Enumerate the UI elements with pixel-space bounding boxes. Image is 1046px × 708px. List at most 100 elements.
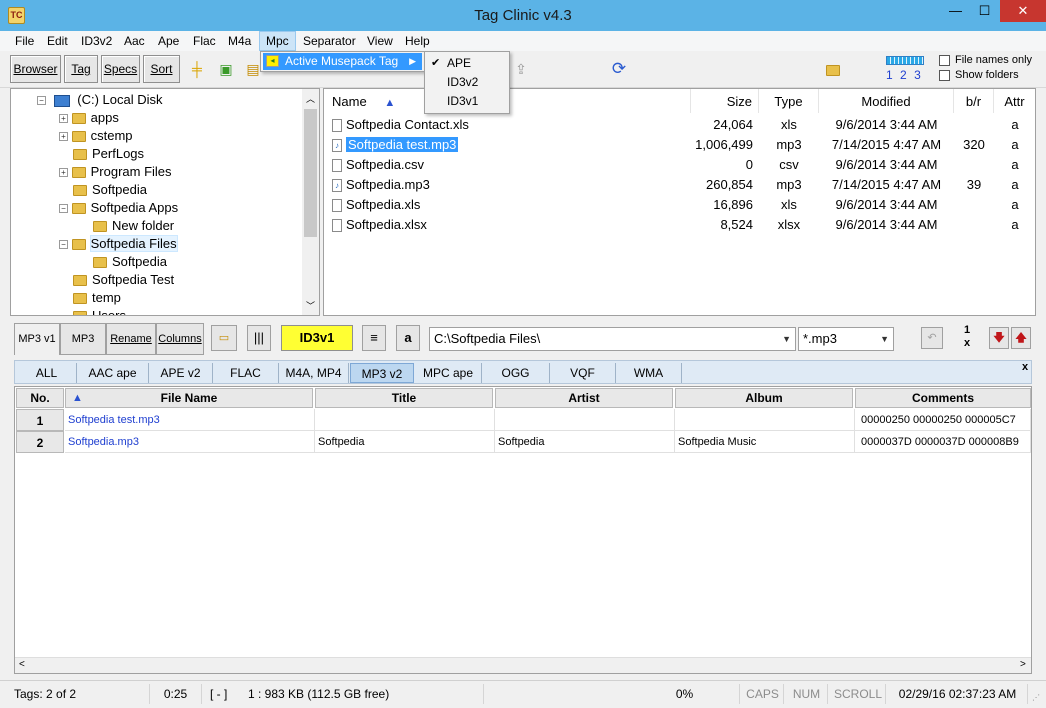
cell-artist[interactable]	[495, 409, 675, 431]
move-up-icon[interactable]: 🡅	[1011, 327, 1031, 349]
file-row[interactable]: ♪ Softpedia test.mp3 1,006,499 mp3 7/14/2…	[324, 135, 1035, 155]
menu-item-active-musepack-tag[interactable]: ◂ Active Musepack Tag ▶	[263, 53, 422, 70]
row-number[interactable]: 2	[16, 431, 64, 453]
column-header-br[interactable]: b/r	[954, 89, 994, 113]
file-row[interactable]: Softpedia Contact.xls 24,064 xls 9/6/201…	[324, 115, 1035, 135]
chevron-down-icon[interactable]: ▼	[880, 328, 889, 350]
tab-mpc-ape[interactable]: MPC ape	[415, 363, 482, 383]
menu-edit[interactable]: Edit	[41, 31, 74, 51]
row-number[interactable]: 1	[16, 409, 64, 431]
specs-button[interactable]: Specs	[101, 55, 140, 83]
undo-icon[interactable]: ↶	[921, 327, 943, 349]
grid-header-comments[interactable]: Comments	[855, 388, 1031, 408]
folder-icon[interactable]	[824, 60, 842, 78]
file-row[interactable]: Softpedia.xls 16,896 xls 9/6/2014 3:44 A…	[324, 195, 1035, 215]
tree-item-perflogs[interactable]: PerfLogs	[73, 145, 144, 163]
tree-item-program-files[interactable]: + Program Files	[59, 163, 172, 181]
cell-album[interactable]: Softpedia Music	[675, 431, 855, 453]
tree-item-softpedia[interactable]: Softpedia	[73, 181, 147, 199]
file-row[interactable]: ♪ Softpedia.mp3 260,854 mp3 7/14/2015 4:4…	[324, 175, 1035, 195]
submenu-item-ape[interactable]: ✔ APE	[425, 54, 509, 73]
submenu-item-id3v2[interactable]: ID3v2	[425, 73, 509, 92]
menu-aac[interactable]: Aac	[118, 31, 151, 51]
cell-artist[interactable]: Softpedia	[495, 431, 675, 453]
barcode-icon[interactable]: |||	[247, 325, 271, 351]
cell-file-name[interactable]: Softpedia test.mp3	[65, 409, 315, 431]
file-row[interactable]: Softpedia.xlsx 8,524 xlsx 9/6/2014 3:44 …	[324, 215, 1035, 235]
page-link-1[interactable]: 1	[886, 68, 893, 82]
tab-ape-v2[interactable]: APE v2	[149, 363, 213, 383]
tag-button[interactable]: Tag	[64, 55, 98, 83]
collapse-icon[interactable]: −	[59, 204, 68, 214]
tree-item-temp[interactable]: temp	[73, 289, 121, 307]
expand-icon[interactable]: +	[59, 132, 68, 142]
menu-help[interactable]: Help	[399, 31, 436, 51]
menu-view[interactable]: View	[361, 31, 399, 51]
table-row[interactable]: 2 Softpedia.mp3 Softpedia Softpedia Soft…	[15, 431, 1031, 453]
show-folders-checkbox[interactable]	[939, 70, 950, 81]
path-combo[interactable]: C:\Softpedia Files\ ▼	[429, 327, 796, 351]
tab-flac[interactable]: FLAC	[213, 363, 279, 383]
id3v1-button[interactable]: ID3v1	[281, 325, 353, 351]
cell-comments[interactable]: 0000037D 0000037D 000008B9	[855, 431, 1031, 453]
maximize-button[interactable]: ☐	[970, 0, 999, 22]
add-folder-icon[interactable]: ▣	[217, 60, 235, 78]
minimize-button[interactable]: —	[941, 0, 970, 22]
menu-m4a[interactable]: M4a	[222, 31, 257, 51]
scroll-up-icon[interactable]: ︿	[306, 92, 315, 105]
tab-ogg[interactable]: OGG	[482, 363, 550, 383]
tab-mp3-v2[interactable]: MP3 v2	[350, 363, 414, 383]
tree-item-softpedia-files[interactable]: − Softpedia Files	[59, 235, 178, 253]
page-links[interactable]: 1 2 3	[886, 68, 928, 82]
column-header-attr[interactable]: Attr	[994, 89, 1035, 113]
collapse-icon[interactable]: −	[59, 240, 68, 250]
expand-icon[interactable]: +	[59, 114, 68, 124]
tree-scrollbar[interactable]: ︿ ﹀	[302, 89, 319, 315]
tab-wma[interactable]: WMA	[616, 363, 682, 383]
browser-button[interactable]: Browser	[10, 55, 61, 83]
menu-flac[interactable]: Flac	[187, 31, 222, 51]
tab-rename[interactable]: Rename	[106, 323, 156, 355]
expand-icon[interactable]: +	[59, 168, 68, 178]
column-header-size[interactable]: Size	[691, 89, 759, 113]
tab-vqf[interactable]: VQF	[550, 363, 616, 383]
cell-album[interactable]	[675, 409, 855, 431]
menu-file[interactable]: File	[9, 31, 40, 51]
tab-mp3[interactable]: MP3	[60, 323, 106, 355]
grid-header-album[interactable]: Album	[675, 388, 853, 408]
tree-item-local-disk[interactable]: − (C:) Local Disk	[37, 91, 163, 109]
close-button[interactable]: ✕	[1000, 0, 1046, 22]
close-tabs-icon[interactable]: x	[1019, 361, 1031, 373]
scroll-left-icon[interactable]: <	[19, 659, 25, 670]
tree-item-users[interactable]: Users	[73, 307, 126, 315]
page-link-3[interactable]: 3	[914, 68, 921, 82]
tab-m4a-mp4[interactable]: M4A, MP4	[279, 363, 349, 383]
tree-item-cstemp[interactable]: + cstemp	[59, 127, 133, 145]
cell-comments[interactable]: 00000250 00000250 000005C7	[855, 409, 1031, 431]
tab-columns[interactable]: Columns	[156, 323, 204, 355]
grid-header-no[interactable]: No.	[16, 388, 64, 408]
tab-all[interactable]: ALL	[17, 363, 77, 383]
sort-button[interactable]: Sort	[143, 55, 180, 83]
tab-mp3-v1[interactable]: MP3 v1	[14, 323, 60, 355]
tree-item-apps[interactable]: + apps	[59, 109, 119, 127]
resize-grip-icon[interactable]: ⋰	[1032, 693, 1042, 703]
menu-separator[interactable]: Separator	[297, 31, 362, 51]
scroll-thumb[interactable]	[304, 109, 317, 237]
tools-icon[interactable]: ╪	[188, 60, 206, 78]
cell-file-name[interactable]: Softpedia.mp3	[65, 431, 315, 453]
tab-aac-ape[interactable]: AAC ape	[77, 363, 149, 383]
tree-item-softpedia-apps[interactable]: − Softpedia Apps	[59, 199, 178, 217]
export-icon[interactable]: ⇪	[512, 60, 530, 78]
move-down-icon[interactable]: 🡇	[989, 327, 1009, 349]
file-names-only-checkbox[interactable]	[939, 55, 950, 66]
menu-ape[interactable]: Ape	[152, 31, 185, 51]
cell-title[interactable]: Softpedia	[315, 431, 495, 453]
scroll-right-icon[interactable]: >	[1020, 659, 1026, 670]
table-row[interactable]: 1 Softpedia test.mp3 00000250 00000250 0…	[15, 409, 1031, 431]
menu-id3v2[interactable]: ID3v2	[75, 31, 118, 51]
menu-mpc[interactable]: Mpc	[259, 31, 296, 51]
grid-header-file-name[interactable]: ▲ File Name	[65, 388, 313, 408]
grid-header-title[interactable]: Title	[315, 388, 493, 408]
column-header-type[interactable]: Type	[759, 89, 819, 113]
